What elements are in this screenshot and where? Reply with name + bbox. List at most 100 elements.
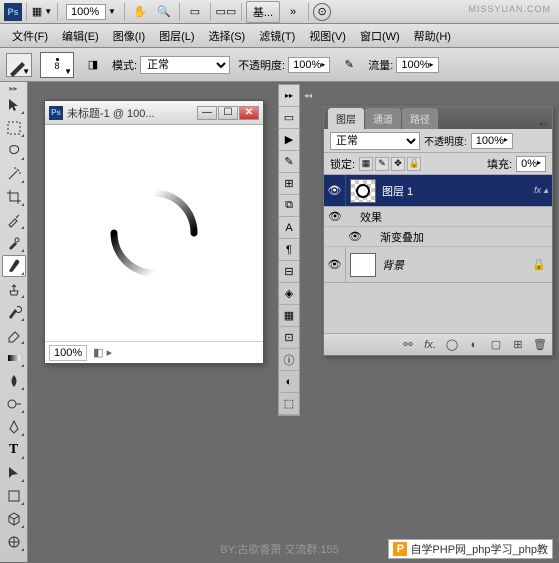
- layer-name[interactable]: 图层 1: [380, 183, 534, 199]
- lock-position-icon[interactable]: ✥: [391, 157, 405, 171]
- 3d-tool[interactable]: [2, 508, 26, 530]
- doc-info-icon[interactable]: ◧ ▸: [93, 346, 112, 359]
- brush-tool[interactable]: [2, 255, 26, 277]
- link-layers-icon[interactable]: ⚯: [400, 337, 416, 353]
- menu-window[interactable]: 窗口(W): [354, 26, 406, 46]
- dock-brushpreset-icon[interactable]: ⊞: [279, 173, 299, 195]
- dock-history-icon[interactable]: ▭: [279, 107, 299, 129]
- menu-edit[interactable]: 编辑(E): [56, 26, 105, 46]
- panel-menu-icon[interactable]: ▾≡: [539, 120, 548, 129]
- workspace-menu-icon[interactable]: »: [282, 1, 304, 23]
- dock-layercomp-icon[interactable]: ⊟: [279, 261, 299, 283]
- clone-stamp-tool[interactable]: [2, 278, 26, 300]
- dock-clone-icon[interactable]: ⧉: [279, 195, 299, 217]
- effects-row[interactable]: 👁 效果: [324, 207, 552, 227]
- marquee-tool[interactable]: [2, 117, 26, 139]
- menu-select[interactable]: 选择(S): [203, 26, 252, 46]
- dock-styles-icon[interactable]: ⬚: [279, 393, 299, 415]
- lock-transparency-icon[interactable]: ▦: [359, 157, 373, 171]
- history-brush-tool[interactable]: [2, 301, 26, 323]
- dock-brush-icon[interactable]: ✎: [279, 151, 299, 173]
- brush-preset-picker[interactable]: 8 ▼: [40, 52, 74, 78]
- tool-preset-icon[interactable]: ▼: [6, 53, 32, 77]
- tab-paths[interactable]: 路径: [402, 108, 438, 129]
- menu-filter[interactable]: 滤镜(T): [253, 26, 301, 46]
- canvas-zoom-input[interactable]: 100%: [49, 345, 87, 361]
- dock-char-icon[interactable]: A: [279, 217, 299, 239]
- menu-help[interactable]: 帮助(H): [408, 26, 457, 46]
- layer-row[interactable]: 👁 背景 🔒: [324, 247, 552, 283]
- lasso-tool[interactable]: [2, 140, 26, 162]
- layer-name[interactable]: 背景: [380, 257, 532, 273]
- tablet-opacity-icon[interactable]: ✎: [338, 54, 360, 76]
- dock-swatches-icon[interactable]: ▦: [279, 305, 299, 327]
- maximize-button[interactable]: ☐: [218, 106, 238, 120]
- close-button[interactable]: ✕: [239, 106, 259, 120]
- dock-color-icon[interactable]: ◐: [279, 371, 299, 393]
- dock-expand-icon[interactable]: ▸▸: [279, 85, 299, 107]
- lock-icon: 🔒: [532, 258, 546, 271]
- zoom-tool-shortcut-icon[interactable]: 🔍: [153, 1, 175, 23]
- fill-input[interactable]: 0%▸: [516, 156, 546, 172]
- lock-all-icon[interactable]: 🔒: [407, 157, 421, 171]
- shape-tool[interactable]: [2, 485, 26, 507]
- opacity-input[interactable]: 100%▸: [288, 57, 330, 73]
- workspace-button[interactable]: 基...: [246, 1, 280, 23]
- tab-layers[interactable]: 图层: [328, 108, 364, 129]
- menu-image[interactable]: 图像(I): [107, 26, 151, 46]
- minimize-button[interactable]: —: [197, 106, 217, 120]
- lock-pixels-icon[interactable]: ✎: [375, 157, 389, 171]
- layer-thumbnail[interactable]: [350, 179, 376, 203]
- brush-panel-toggle-icon[interactable]: ◨: [82, 54, 104, 76]
- crop-tool[interactable]: [2, 186, 26, 208]
- source-tag[interactable]: P 自学PHP网_php学习_php教: [388, 539, 553, 559]
- menu-file[interactable]: 文件(F): [6, 26, 54, 46]
- path-selection-tool[interactable]: [2, 462, 26, 484]
- eraser-tool[interactable]: [2, 324, 26, 346]
- visibility-toggle-icon[interactable]: 👁: [324, 210, 346, 223]
- layer-opacity-input[interactable]: 100%▸: [471, 133, 513, 149]
- adjustment-layer-icon[interactable]: ◐: [466, 337, 482, 353]
- eyedropper-tool[interactable]: [2, 209, 26, 231]
- fx-indicator-icon[interactable]: fx ▴: [534, 185, 548, 196]
- bridge-icon[interactable]: ▦▼: [31, 1, 53, 23]
- layer-mask-icon[interactable]: ◯: [444, 337, 460, 353]
- new-group-icon[interactable]: ▢: [488, 337, 504, 353]
- pen-tool[interactable]: [2, 416, 26, 438]
- flow-input[interactable]: 100%▸: [396, 57, 438, 73]
- cs-live-icon[interactable]: ⊙: [313, 3, 331, 21]
- dock-tool-icon[interactable]: ⊡: [279, 327, 299, 349]
- gradient-tool[interactable]: [2, 347, 26, 369]
- healing-brush-tool[interactable]: [2, 232, 26, 254]
- document-titlebar[interactable]: Ps 未标题-1 @ 100... — ☐ ✕: [45, 101, 263, 125]
- tab-channels[interactable]: 通道: [365, 108, 401, 129]
- dock-actions-icon[interactable]: ▶: [279, 129, 299, 151]
- layer-thumbnail[interactable]: [350, 253, 376, 277]
- layer-style-icon[interactable]: fx.: [422, 337, 438, 353]
- blend-mode-select[interactable]: 正常: [140, 56, 230, 74]
- strip-collapse-icon[interactable]: ◂◂: [297, 86, 319, 104]
- delete-layer-icon[interactable]: 🗑: [532, 337, 548, 353]
- hand-tool-shortcut-icon[interactable]: ✋: [129, 1, 151, 23]
- screen-mode-icon[interactable]: ▭▭: [215, 1, 237, 23]
- layer-blend-mode-select[interactable]: 正常: [330, 132, 420, 150]
- zoom-level[interactable]: 100%▼: [62, 2, 120, 22]
- visibility-toggle-icon[interactable]: 👁: [344, 230, 366, 243]
- menu-view[interactable]: 视图(V): [303, 26, 352, 46]
- visibility-toggle-icon[interactable]: 👁: [324, 247, 346, 282]
- type-tool[interactable]: T: [2, 439, 26, 461]
- dock-para-icon[interactable]: ¶: [279, 239, 299, 261]
- menu-layer[interactable]: 图层(L): [153, 26, 200, 46]
- new-layer-icon[interactable]: ⊞: [510, 337, 526, 353]
- visibility-toggle-icon[interactable]: 👁: [324, 175, 346, 206]
- blur-tool[interactable]: [2, 370, 26, 392]
- effect-gradient-overlay-row[interactable]: 👁 渐变叠加: [324, 227, 552, 247]
- dodge-tool[interactable]: [2, 393, 26, 415]
- view-rotate-icon[interactable]: ▭: [184, 1, 206, 23]
- canvas-area[interactable]: [45, 125, 263, 341]
- magic-wand-tool[interactable]: [2, 163, 26, 185]
- dock-nav-icon[interactable]: ◈: [279, 283, 299, 305]
- dock-info-icon[interactable]: ⓘ: [279, 349, 299, 371]
- layer-row[interactable]: 👁 图层 1 fx ▴: [324, 175, 552, 207]
- move-tool[interactable]: [2, 94, 26, 116]
